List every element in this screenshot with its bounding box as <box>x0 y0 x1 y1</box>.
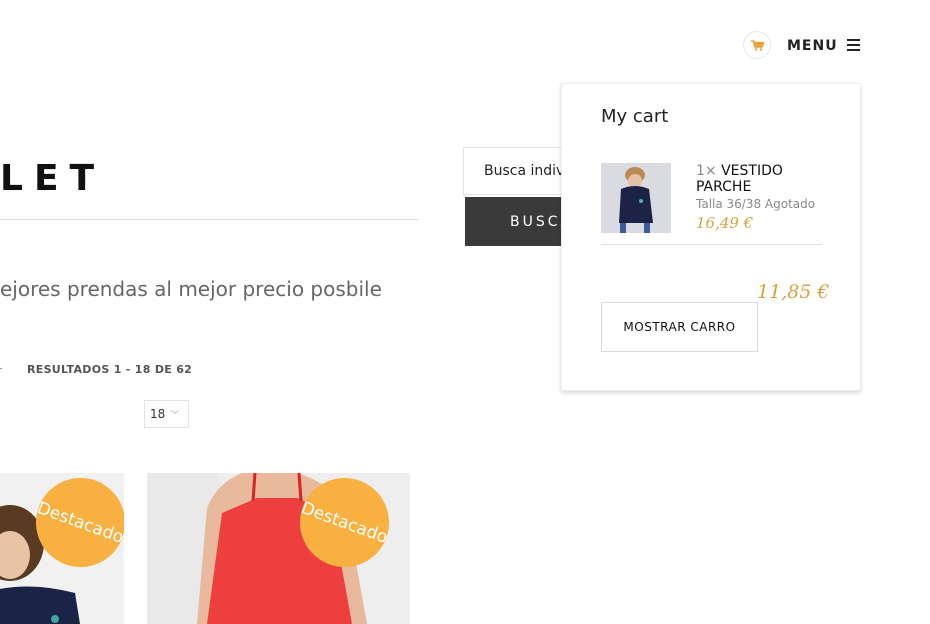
cart-item-price: 16,49 € <box>696 214 754 232</box>
per-page-value: 18 <box>150 407 166 421</box>
page-subtitle: ejores prendas al mejor precio posbile <box>0 277 382 301</box>
cart-item-thumbnail[interactable] <box>601 163 671 233</box>
results-divider <box>0 368 2 369</box>
product-card[interactable]: Destacado <box>0 473 124 624</box>
cart-button[interactable] <box>743 31 771 59</box>
show-cart-button[interactable]: MOSTRAR CARRO <box>601 302 758 352</box>
cart-item-name[interactable]: 1× VESTIDO PARCHE <box>696 163 816 195</box>
per-page-select[interactable]: 18 ﹀ <box>144 400 189 428</box>
hamburger-icon[interactable] <box>847 39 860 51</box>
product-image <box>601 163 671 233</box>
cart-dropdown: My cart 1× VESTIDO PARCHE Talla 36/38 Ag… <box>561 83 861 391</box>
menu-label[interactable]: MENU <box>787 38 838 54</box>
page-title: LET <box>0 158 106 199</box>
title-divider <box>0 219 418 220</box>
product-card[interactable]: Destacado <box>147 473 410 624</box>
cart-item-qty: 1× <box>696 163 717 179</box>
shopping-cart-icon <box>750 39 764 51</box>
chevron-down-icon: ﹀ <box>170 410 180 421</box>
cart-title: My cart <box>601 106 669 127</box>
cart-total: 11,85 € <box>757 281 830 303</box>
cart-divider <box>601 244 822 245</box>
results-count: RESULTADOS 1 - 18 DE 62 <box>27 363 193 376</box>
cart-item-variant: Talla 36/38 Agotado <box>696 197 816 211</box>
